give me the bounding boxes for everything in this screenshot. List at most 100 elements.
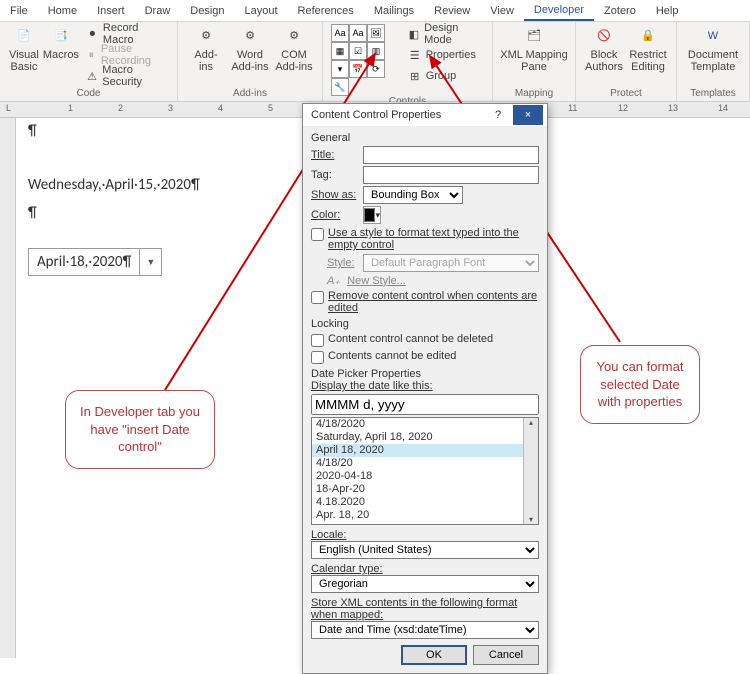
tab-references[interactable]: References: [288, 2, 364, 20]
help-button[interactable]: ?: [483, 105, 513, 125]
group-mapping: 🗂XML Mapping Pane Mapping: [493, 22, 576, 101]
calendar-select[interactable]: Gregorian: [311, 575, 539, 593]
scroll-up-icon[interactable]: ▴: [529, 418, 533, 427]
list-item[interactable]: Apr. 18, 20: [312, 509, 538, 522]
list-item[interactable]: 18-Apr-20: [312, 483, 538, 496]
block-authors-button[interactable]: 🚫Block Authors: [582, 24, 626, 75]
ruler-tick: 14: [718, 103, 728, 113]
paragraph-mark: ¶: [28, 122, 200, 140]
addin-icon: ⚙: [195, 26, 217, 48]
list-item[interactable]: 2020-04-18: [312, 470, 538, 483]
tag-field[interactable]: [363, 166, 539, 184]
combobox-control-button[interactable]: ▥: [367, 42, 385, 60]
date-control-value: April·18,·2020¶: [29, 249, 140, 275]
com-addins-button[interactable]: ⚙COM Add-ins: [272, 24, 316, 75]
dialog-titlebar[interactable]: Content Control Properties ? ×: [303, 104, 547, 126]
word-addins-button[interactable]: ⚙Word Add-ins: [228, 24, 272, 75]
group-protect: 🚫Block Authors 🔒Restrict Editing Protect: [576, 22, 677, 101]
ruler-tick: 5: [268, 103, 273, 113]
addins-button[interactable]: ⚙Add- ins: [184, 24, 228, 75]
group-icon: ⊞: [408, 69, 422, 83]
scroll-down-icon[interactable]: ▾: [529, 515, 533, 524]
date-format-field[interactable]: [311, 394, 539, 415]
tab-developer[interactable]: Developer: [524, 1, 594, 21]
tab-design[interactable]: Design: [180, 2, 234, 20]
design-mode-button[interactable]: ◧ Design Mode: [404, 24, 486, 44]
group-code-label: Code: [6, 88, 171, 101]
list-item[interactable]: 4/18/20: [312, 457, 538, 470]
repeating-control-button[interactable]: ⟳: [367, 60, 385, 78]
use-style-checkbox[interactable]: [311, 228, 324, 241]
ribbon-tabs: File Home Insert Draw Design Layout Refe…: [0, 0, 750, 22]
tab-file[interactable]: File: [0, 2, 38, 20]
picture-control-button[interactable]: 🖼: [367, 24, 385, 42]
ribbon-body: 📄 Visual Basic 📑 Macros ⏺Record Macro ⏸P…: [0, 22, 750, 102]
color-swatch-icon: [364, 208, 375, 222]
date-picker-control-button[interactable]: 📅: [349, 60, 367, 78]
design-mode-label: Design Mode: [424, 22, 482, 46]
ruler-tick: 3: [168, 103, 173, 113]
lock-edit-checkbox[interactable]: [311, 351, 324, 364]
list-item[interactable]: Saturday, April 18, 2020: [312, 431, 538, 444]
new-style-label: New Style...: [347, 275, 406, 287]
locale-select[interactable]: English (United States): [311, 541, 539, 559]
tab-zotero[interactable]: Zotero: [594, 2, 646, 20]
color-picker[interactable]: ▾: [363, 206, 381, 224]
lock-delete-checkbox[interactable]: [311, 334, 324, 347]
tab-view[interactable]: View: [480, 2, 524, 20]
tab-draw[interactable]: Draw: [135, 2, 181, 20]
list-item[interactable]: April 18, 2020: [312, 444, 538, 457]
dropdown-control-button[interactable]: ▾: [331, 60, 349, 78]
chevron-down-icon[interactable]: ▼: [140, 253, 161, 272]
macros-button[interactable]: 📑 Macros: [42, 24, 80, 64]
restrict-editing-label: Restrict Editing: [629, 50, 666, 73]
tab-layout[interactable]: Layout: [235, 2, 288, 20]
lock-edit-label: Contents cannot be edited: [328, 350, 456, 362]
lock-icon: 🔒: [637, 26, 659, 48]
legacy-tools-button[interactable]: 🔧: [331, 78, 349, 96]
date-format-list[interactable]: 4/18/2020 Saturday, April 18, 2020 April…: [311, 417, 539, 525]
title-label: Title:: [311, 149, 359, 161]
lock-delete-label: Content control cannot be deleted: [328, 333, 493, 345]
richtext-control-button[interactable]: Aa: [331, 24, 349, 42]
restrict-editing-button[interactable]: 🔒Restrict Editing: [626, 24, 670, 75]
plaintext-control-button[interactable]: Aa: [349, 24, 367, 42]
tab-home[interactable]: Home: [38, 2, 87, 20]
document-body[interactable]: ¶ Wednesday,·April·15,·2020¶ ¶ April·18,…: [28, 122, 200, 276]
ruler-origin: L: [6, 103, 11, 113]
tab-review[interactable]: Review: [424, 2, 480, 20]
shield-icon: ⚠: [86, 69, 98, 83]
macro-security-button[interactable]: ⚠Macro Security: [82, 66, 171, 86]
buildingblock-control-button[interactable]: ▦: [331, 42, 349, 60]
ok-button[interactable]: OK: [401, 645, 467, 665]
record-macro-button[interactable]: ⏺Record Macro: [82, 24, 171, 44]
list-item[interactable]: 4/18/2020: [312, 418, 538, 431]
tag-label: Tag:: [311, 169, 359, 181]
group-button[interactable]: ⊞Group: [404, 66, 486, 86]
checkbox-control-button[interactable]: ☑: [349, 42, 367, 60]
scrollbar[interactable]: ▴▾: [523, 418, 538, 524]
date-content-control[interactable]: April·18,·2020¶ ▼: [28, 248, 162, 276]
com-addins-label: COM Add-ins: [275, 50, 312, 73]
vertical-ruler[interactable]: [0, 118, 16, 658]
store-xml-label: Store XML contents in the following form…: [311, 597, 539, 621]
list-item[interactable]: 4.18.2020: [312, 496, 538, 509]
remove-cc-checkbox[interactable]: [311, 291, 324, 304]
document-template-button[interactable]: WDocument Template: [683, 24, 743, 75]
visual-basic-button[interactable]: 📄 Visual Basic: [6, 24, 42, 75]
cancel-button[interactable]: Cancel: [473, 645, 539, 665]
tab-insert[interactable]: Insert: [87, 2, 135, 20]
xml-mapping-button[interactable]: 🗂XML Mapping Pane: [499, 24, 569, 75]
tab-help[interactable]: Help: [646, 2, 689, 20]
title-field[interactable]: [363, 146, 539, 164]
xml-icon: 🗂: [523, 26, 545, 48]
design-icon: ◧: [408, 27, 420, 41]
ruler-tick: 11: [568, 103, 577, 113]
tab-mailings[interactable]: Mailings: [364, 2, 424, 20]
close-button[interactable]: ×: [513, 105, 543, 125]
ruler-tick: 1: [68, 103, 73, 113]
showas-select[interactable]: Bounding Box: [363, 186, 463, 204]
xml-format-select[interactable]: Date and Time (xsd:dateTime): [311, 621, 539, 639]
properties-button[interactable]: ☰Properties: [404, 45, 486, 65]
pause-icon: ⏸: [86, 48, 97, 62]
